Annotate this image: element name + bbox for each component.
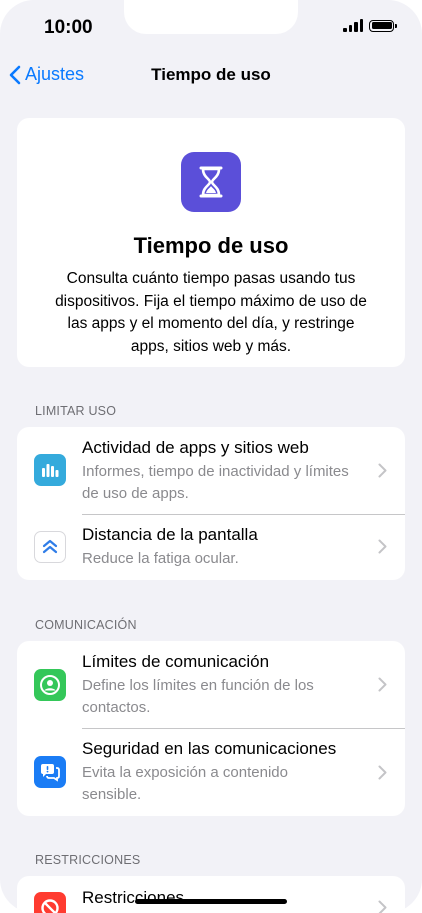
row-subtitle: Informes, tiempo de inactividad y límite… [82, 463, 349, 502]
status-time: 10:00 [44, 17, 93, 38]
notch [124, 0, 298, 34]
hero-description: Consulta cuánto tiempo pasas usando tus … [55, 270, 367, 355]
row-distancia-pantalla[interactable]: Distancia de la pantalla Reduce la fatig… [17, 514, 405, 580]
chat-bubbles-icon [34, 756, 66, 788]
status-indicators [343, 19, 397, 32]
person-circle-icon [34, 669, 66, 701]
row-subtitle: Define los límites en función de los con… [82, 677, 314, 716]
row-actividad-apps[interactable]: Actividad de apps y sitios web Informes,… [17, 427, 405, 514]
phone-screen: 10:00 Ajustes Tiempo de uso Tiempo de us… [0, 0, 422, 913]
row-title: Restricciones [82, 888, 185, 907]
hourglass-icon [181, 152, 241, 212]
row-restricciones[interactable]: Restricciones [17, 876, 405, 913]
row-limites-comunicacion[interactable]: Límites de comunicación Define los límit… [17, 641, 405, 728]
signal-icon [343, 19, 363, 32]
section-header-restricciones: RESTRICCIONES [35, 853, 141, 867]
navigation-bar: Ajustes Tiempo de uso [0, 60, 422, 90]
chevron-right-icon [378, 765, 387, 780]
group-restricciones: Restricciones [17, 876, 405, 913]
chevron-right-icon [378, 539, 387, 554]
chevron-right-icon [378, 677, 387, 692]
group-limitar-uso: Actividad de apps y sitios web Informes,… [17, 427, 405, 580]
row-title: Distancia de la pantalla [82, 525, 258, 544]
row-subtitle: Reduce la fatiga ocular. [82, 550, 239, 567]
battery-icon [369, 19, 397, 32]
page-title: Tiempo de uso [151, 65, 271, 84]
hero-title: Tiempo de uso [133, 233, 289, 258]
row-title: Límites de comunicación [82, 652, 270, 671]
section-header-comunicacion: COMUNICACIÓN [35, 618, 137, 632]
hero-card: Tiempo de uso Consulta cuánto tiempo pas… [17, 118, 405, 367]
row-title: Seguridad en las comunicaciones [82, 739, 337, 758]
row-title: Actividad de apps y sitios web [82, 438, 309, 457]
chevrons-up-icon [34, 531, 66, 563]
row-subtitle: Evita la exposición a contenido sensible… [82, 764, 288, 803]
group-comunicacion: Límites de comunicación Define los límit… [17, 641, 405, 816]
bar-chart-icon [34, 454, 66, 486]
row-seguridad-comunicaciones[interactable]: Seguridad en las comunicaciones Evita la… [17, 728, 405, 816]
prohibited-icon [34, 892, 66, 913]
home-indicator[interactable] [135, 899, 287, 904]
chevron-right-icon [378, 900, 387, 913]
section-header-limitar-uso: LIMITAR USO [35, 404, 117, 418]
chevron-right-icon [378, 463, 387, 478]
